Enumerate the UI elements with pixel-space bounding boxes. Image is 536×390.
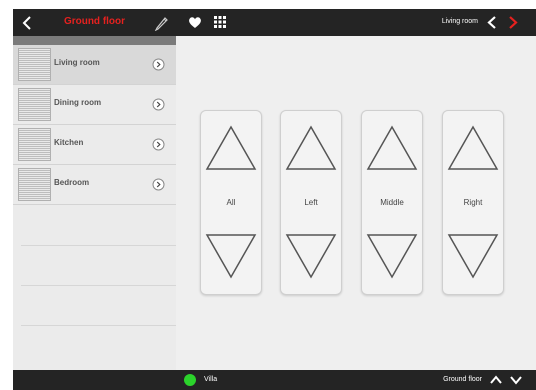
blind-thumbnail: [18, 48, 51, 81]
sidebar-item-kitchen[interactable]: Kitchen: [13, 125, 176, 165]
control-label: Right: [463, 198, 483, 207]
triangle-down-icon[interactable]: [447, 233, 499, 279]
chevron-up-icon[interactable]: [489, 375, 503, 385]
triangle-up-icon[interactable]: [366, 125, 418, 171]
sidebar-header: Ground floor: [13, 9, 176, 36]
current-room-label: Living room: [441, 18, 478, 25]
control-label: All: [226, 198, 236, 207]
floor-title: Ground floor: [63, 16, 126, 27]
blind-control-left: Left: [280, 110, 342, 295]
chevron-right-circle-icon[interactable]: [152, 178, 165, 191]
list-divider: [21, 245, 176, 246]
sidebar-item-bedroom[interactable]: Bedroom: [13, 165, 176, 205]
room-label: Bedroom: [54, 178, 90, 187]
chevron-right-circle-icon[interactable]: [152, 58, 165, 71]
blind-control-right: Right: [442, 110, 504, 295]
sidebar-item-dining-room[interactable]: Dining room: [13, 85, 176, 125]
triangle-up-icon[interactable]: [285, 125, 337, 171]
chevron-right-icon[interactable]: [507, 15, 519, 30]
main-footer: Villa Ground floor: [176, 370, 536, 390]
sidebar-divider: [13, 36, 176, 45]
control-label: Middle: [380, 198, 404, 207]
status-indicator: [184, 374, 196, 386]
triangle-up-icon[interactable]: [205, 125, 257, 171]
blind-control-middle: Middle: [361, 110, 423, 295]
sidebar-footer: [13, 370, 176, 390]
sidebar-item-living-room[interactable]: Living room: [13, 45, 176, 85]
room-label: Dining room: [54, 98, 102, 107]
room-label: Kitchen: [54, 138, 84, 147]
room-label: Living room: [54, 58, 100, 67]
main-header: Living room: [176, 9, 536, 36]
chevron-down-icon[interactable]: [509, 375, 523, 385]
chevron-right-circle-icon[interactable]: [152, 98, 165, 111]
list-divider: [21, 325, 176, 326]
list-divider: [21, 285, 176, 286]
blind-thumbnail: [18, 128, 51, 161]
triangle-down-icon[interactable]: [205, 233, 257, 279]
house-label: Villa: [204, 376, 218, 383]
pencil-icon[interactable]: [153, 14, 169, 31]
blind-control-panel: Living room All Left Middle Right Villa …: [176, 9, 536, 390]
blind-control-all: All: [200, 110, 262, 295]
triangle-down-icon[interactable]: [285, 233, 337, 279]
heart-icon[interactable]: [188, 16, 202, 29]
blind-thumbnail: [18, 88, 51, 121]
chevron-left-icon[interactable]: [486, 15, 498, 30]
chevron-right-circle-icon[interactable]: [152, 138, 165, 151]
triangle-down-icon[interactable]: [366, 233, 418, 279]
blind-thumbnail: [18, 168, 51, 201]
control-label: Left: [304, 198, 318, 207]
floor-label: Ground floor: [443, 376, 482, 383]
triangle-up-icon[interactable]: [447, 125, 499, 171]
room-sidebar: Ground floor Living room Dining room Kit…: [13, 9, 176, 390]
grid-icon[interactable]: [214, 16, 226, 28]
